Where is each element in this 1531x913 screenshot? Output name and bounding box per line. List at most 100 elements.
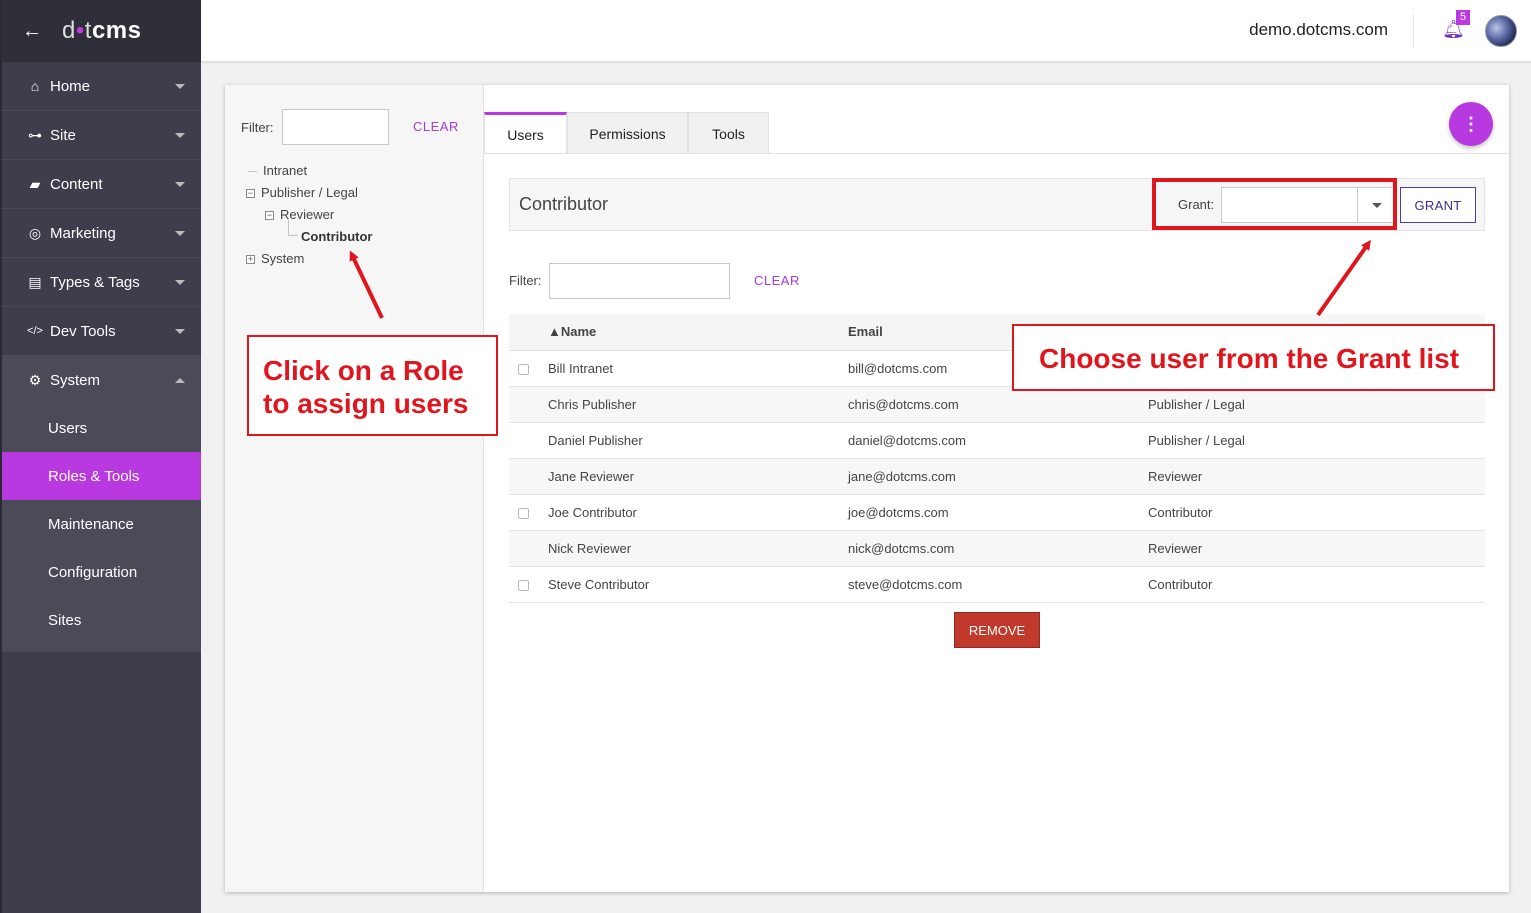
tree-node-system[interactable]: + System [246,251,304,266]
grant-highlight-box [1152,178,1397,230]
user-name-cell: Daniel Publisher [548,422,848,459]
user-email-cell: steve@dotcms.com [848,566,1148,603]
table-row[interactable]: Joe Contributor joe@dotcms.com Contributor [509,494,1485,531]
table-row[interactable]: Daniel Publisher daniel@dotcms.com Publish… [509,422,1485,459]
system-submenu: Users Roles & Tools Maintenance Configurati… [2,404,201,652]
tab-baseline [484,153,1509,154]
tab-tools[interactable]: Tools [688,112,769,154]
sidebar-subitem-roles-tools[interactable]: Roles & Tools [2,452,201,500]
sidebar-item-marketing[interactable]: ◎ Marketing [2,209,201,257]
dotcms-logo[interactable]: d•tcms [62,17,141,45]
user-email-cell: nick@dotcms.com [848,530,1148,567]
row-checkbox-cell [509,350,548,387]
table-row[interactable]: Nick Reviewer nick@dotcms.com Reviewer [509,530,1485,567]
collapse-icon[interactable]: − [246,189,255,199]
user-name-cell: Steve Contributor [548,566,848,603]
users-filter-label: Filter: [509,273,542,288]
tab-users[interactable]: Users [484,112,567,154]
sidebar-item-label: Dev Tools [50,322,116,340]
sidebar-subitem-configuration[interactable]: Configuration [2,548,201,596]
home-icon: ⌂ [30,78,40,94]
chevron-down-icon [175,182,185,187]
roles-panel: Filter: CLEAR Intranet − Publisher / Lega… [225,85,1509,892]
user-email-cell: jane@dotcms.com [848,458,1148,495]
users-clear-button[interactable]: CLEAR [754,273,800,288]
chevron-down-icon [175,133,185,138]
row-checkbox[interactable] [518,507,529,519]
chevron-down-icon [175,84,185,89]
tree-node-reviewer[interactable]: − Reviewer [265,207,334,222]
sidebar-item-site[interactable]: ⊶ Site [2,111,201,159]
back-arrow-icon[interactable]: ← [2,20,62,43]
tree-node-intranet[interactable]: Intranet [263,163,307,178]
sidebar-item-dev-tools[interactable]: </> Dev Tools [2,307,201,355]
tree-filter-input[interactable] [282,109,389,145]
notification-badge: 5 [1456,10,1470,25]
sidebar-item-home[interactable]: ⌂ Home [2,62,201,110]
user-email-cell: joe@dotcms.com [848,494,1148,531]
checkbox-header [509,314,548,351]
grant-button[interactable]: GRANT [1400,187,1476,223]
user-name-cell: Bill Intranet [548,350,848,387]
table-row[interactable]: Jane Reviewer jane@dotcms.com Reviewer [509,458,1485,495]
chevron-down-icon [175,231,185,236]
sidebar-item-content[interactable]: ▰ Content [2,160,201,208]
row-checkbox-cell [509,458,548,495]
row-checkbox-cell [509,422,548,459]
role-tree-pane: Filter: CLEAR Intranet − Publisher / Lega… [225,85,484,892]
annotation-arrows [349,239,1371,319]
user-role-cell: Publisher / Legal [1148,386,1485,423]
header-divider [1413,14,1414,48]
table-row[interactable]: Chris Publisher chris@dotcms.com Publisher… [509,386,1485,423]
collapse-icon[interactable]: − [265,211,274,221]
sidebar-subitem-maintenance[interactable]: Maintenance [2,500,201,548]
users-filter-input[interactable] [549,263,730,299]
tree-node-publisher-legal[interactable]: − Publisher / Legal [246,185,358,200]
avatar[interactable] [1485,15,1517,47]
row-checkbox-cell [509,386,548,423]
user-name-cell: Nick Reviewer [548,530,848,567]
sidebar-item-label: System [50,371,101,389]
top-header: demo.dotcms.com 🔔︎ 5 [201,0,1531,62]
row-checkbox[interactable] [518,579,529,591]
sidebar-item-types-tags[interactable]: ▤ Types & Tags [2,258,201,306]
user-role-cell: Reviewer [1148,458,1485,495]
sidebar-subitem-users[interactable]: Users [2,404,201,452]
remove-button[interactable]: REMOVE [954,612,1040,648]
name-column-header[interactable]: ▲Name [548,314,848,351]
expand-icon[interactable]: + [246,255,255,265]
chevron-down-icon [175,329,185,334]
site-selector[interactable]: demo.dotcms.com [1249,20,1388,40]
row-checkbox-cell [509,494,548,531]
annotation-grant-callout: Choose user from the Grant list [1012,324,1495,391]
user-role-cell: Contributor [1148,566,1485,603]
tree-node-contributor[interactable]: Contributor [301,229,372,244]
annotation-role-callout: Click on a Role to assign users [247,335,498,436]
user-role-cell: Contributor [1148,494,1485,531]
bullseye-icon: ◎ [28,224,42,241]
file-icon: ▤ [28,273,42,290]
tree-connector [248,171,257,172]
sidebar: ← d•tcms ⌂ Home ⊶ Site ▰ Content ◎ Marketing ▤ Ty… [0,0,201,913]
sidebar-item-label: Types & Tags [50,273,140,291]
sidebar-subitem-sites[interactable]: Sites [2,596,201,644]
sidebar-item-label: Content [50,175,103,193]
sidebar-item-label: Site [50,126,76,144]
row-checkbox[interactable] [518,363,529,375]
chevron-up-icon [175,378,185,383]
tree-connector [288,220,289,235]
user-role-cell: Publisher / Legal [1148,422,1485,459]
selected-role-title: Contributor [519,194,609,214]
sidebar-item-system[interactable]: ⚙ System [2,356,201,404]
table-row[interactable]: Steve Contributor steve@dotcms.com Contrib… [509,566,1485,603]
chevron-down-icon [175,280,185,285]
tab-permissions[interactable]: Permissions [567,112,688,154]
sidebar-item-label: Marketing [50,224,116,242]
folder-open-icon: ▰ [29,175,41,192]
user-name-cell: Chris Publisher [548,386,848,423]
more-vertical-icon[interactable]: ⋮ [1449,102,1493,146]
sidebar-brand: ← d•tcms [2,0,201,62]
user-email-cell: daniel@dotcms.com [848,422,1148,459]
user-name-cell: Jane Reviewer [548,458,848,495]
tree-clear-button[interactable]: CLEAR [413,119,459,134]
